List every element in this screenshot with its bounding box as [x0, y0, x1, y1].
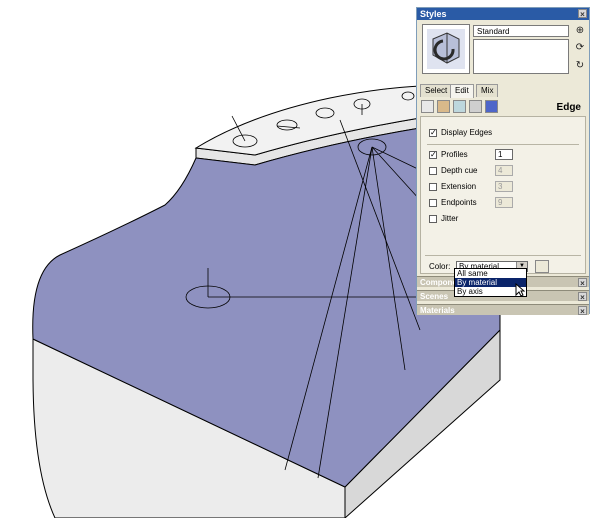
profiles-label: Profiles: [441, 150, 468, 159]
close-icon[interactable]: ×: [578, 292, 587, 302]
endpoints-checkbox[interactable]: [429, 199, 437, 207]
modeling-settings-icon[interactable]: [485, 100, 498, 113]
display-edges-checkbox[interactable]: ✓: [429, 129, 437, 137]
style-thumbnail: [422, 24, 470, 74]
edge-color-swatch[interactable]: [535, 260, 549, 273]
dropdown-option-all-same[interactable]: All same: [455, 269, 526, 278]
tab-mix[interactable]: Mix: [476, 84, 499, 97]
edge-settings-icon[interactable]: [421, 100, 434, 113]
mouse-pointer-icon: [515, 283, 525, 297]
watermark-settings-icon[interactable]: [469, 100, 482, 113]
update-style-icon[interactable]: ⟳: [574, 42, 586, 54]
materials-panel-header[interactable]: Materials ×: [417, 304, 589, 316]
divider: [425, 255, 581, 256]
styles-title: Styles: [420, 9, 447, 19]
close-icon[interactable]: ×: [578, 278, 587, 288]
jitter-label: Jitter: [441, 214, 459, 223]
depth-cue-checkbox[interactable]: [429, 167, 437, 175]
extension-checkbox[interactable]: [429, 183, 437, 191]
extension-field: 3: [495, 181, 513, 192]
tab-select[interactable]: Select: [420, 84, 453, 97]
display-edges-label: Display Edges: [441, 128, 493, 137]
depth-cue-field: 4: [495, 165, 513, 176]
endpoints-field: 9: [495, 197, 513, 208]
section-label: Edge: [556, 102, 581, 113]
styles-titlebar[interactable]: Styles ×: [417, 8, 589, 20]
profiles-checkbox[interactable]: ✓: [429, 151, 437, 159]
create-style-icon[interactable]: ⊕: [574, 25, 586, 37]
divider: [427, 144, 579, 145]
face-settings-icon[interactable]: [437, 100, 450, 113]
style-name-field[interactable]: Standard: [473, 25, 569, 37]
tab-edit[interactable]: Edit: [450, 84, 474, 98]
endpoints-label: Endpoints: [441, 198, 477, 207]
profiles-width-field[interactable]: 1: [495, 149, 513, 160]
extension-label: Extension: [441, 182, 477, 191]
materials-panel-title: Materials: [420, 306, 455, 315]
refresh-icon[interactable]: ↻: [574, 60, 586, 72]
background-settings-icon[interactable]: [453, 100, 466, 113]
depth-cue-label: Depth cue: [441, 166, 478, 175]
edge-settings-area: ✓ Display Edges ✓ Profiles 1 Depth cue 4…: [420, 116, 586, 274]
style-description-field[interactable]: [473, 39, 569, 74]
color-label: Color:: [429, 262, 451, 271]
close-icon[interactable]: ×: [578, 306, 587, 316]
close-icon[interactable]: ×: [578, 9, 587, 19]
scenes-panel-title: Scenes: [420, 292, 449, 301]
jitter-checkbox[interactable]: [429, 215, 437, 223]
